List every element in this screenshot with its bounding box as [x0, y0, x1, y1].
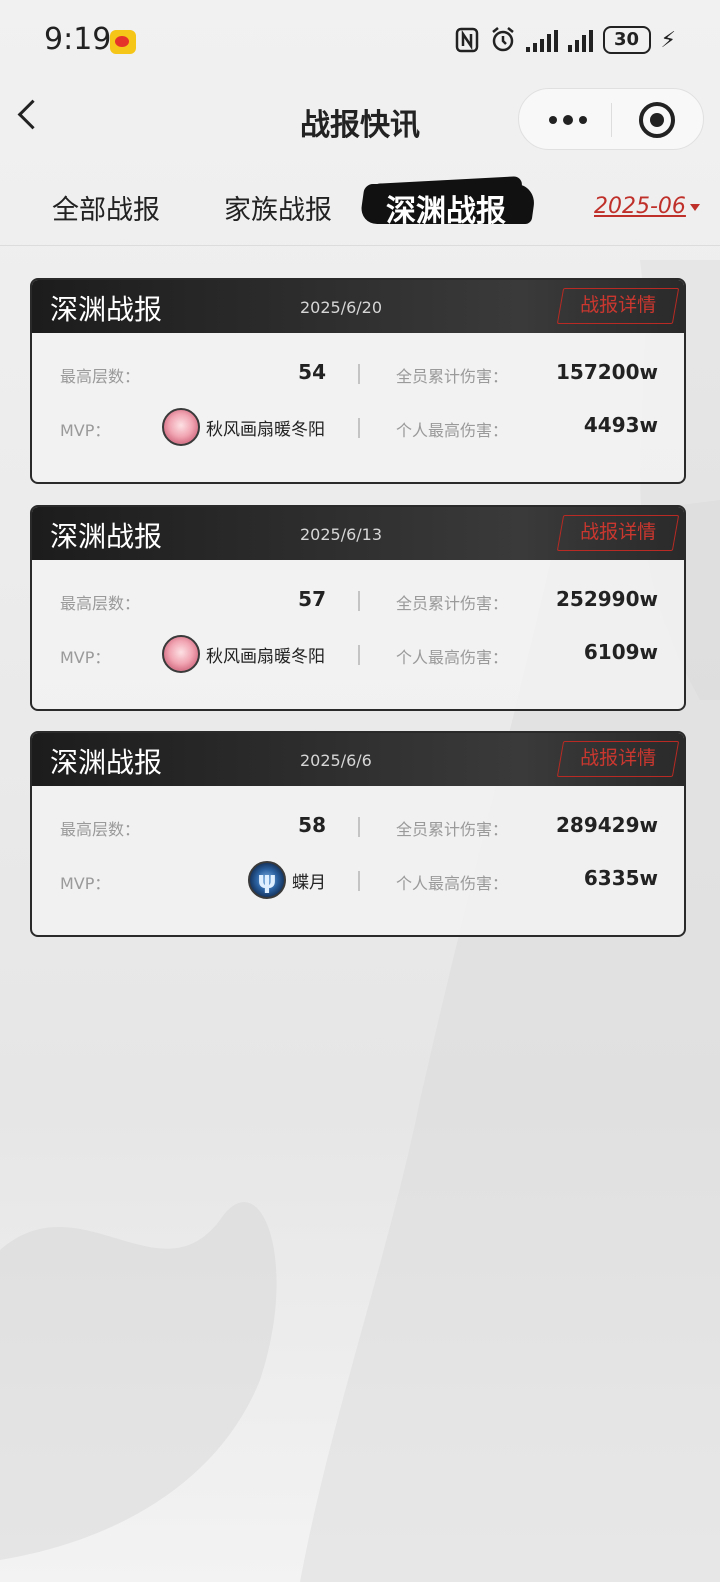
signal-strength-icon-2 [567, 28, 593, 52]
mvp-avatar [162, 408, 200, 446]
personal-max-damage-value: 6109w [583, 640, 658, 664]
status-bar: 9:19 30 ⚡ [0, 0, 720, 84]
max-floor-label: 最高层数： [60, 367, 141, 386]
divider [358, 364, 360, 384]
max-floor-value: 57 [298, 587, 326, 611]
total-damage-value: 157200w [556, 360, 658, 384]
close-miniprogram-icon[interactable] [639, 102, 675, 138]
report-title: 深渊战报 [50, 293, 163, 326]
personal-max-damage-value: 6335w [583, 866, 658, 890]
report-detail-button[interactable]: 战报详情 [556, 741, 680, 777]
tab-abyss-reports[interactable]: 深渊战报 [359, 176, 537, 230]
more-options-button[interactable] [543, 99, 593, 141]
max-floor-label: 最高层数： [60, 820, 141, 839]
signal-strength-icon [525, 28, 558, 52]
report-card: 深渊战报 2025/6/6 战报详情 最高层数： 58 全员累计伤害： 2894… [30, 731, 686, 937]
divider [358, 871, 360, 891]
mvp-label: MVP： [60, 421, 111, 440]
mvp-label: MVP： [60, 874, 111, 893]
divider [358, 817, 360, 837]
personal-max-damage-label: 个人最高伤害： [396, 421, 509, 440]
report-title: 深渊战报 [50, 520, 163, 553]
nfc-icon [455, 27, 478, 53]
report-date: 2025/6/20 [300, 298, 383, 317]
battery-level: 30 [602, 26, 651, 54]
report-date: 2025/6/13 [300, 525, 383, 544]
mvp-name: 秋风画扇暖冬阳 [206, 647, 325, 667]
report-card: 深渊战报 2025/6/13 战报详情 最高层数： 57 全员累计伤害： 252… [30, 505, 686, 711]
status-time: 9:19 [44, 22, 112, 57]
max-floor-label: 最高层数： [60, 594, 141, 613]
personal-max-damage-label: 个人最高伤害： [396, 648, 509, 667]
mvp-name: 蝶月 [292, 873, 326, 893]
report-card-header: 深渊战报 2025/6/13 战报详情 [32, 507, 684, 560]
tab-family-reports[interactable]: 家族战报 [224, 188, 332, 227]
report-card-header: 深渊战报 2025/6/6 战报详情 [32, 733, 684, 786]
alarm-icon [491, 27, 514, 52]
report-date: 2025/6/6 [300, 751, 372, 770]
caret-down-icon[interactable] [690, 204, 700, 211]
divider [358, 591, 360, 611]
report-title: 深渊战报 [50, 746, 163, 779]
total-damage-label: 全员累计伤害： [396, 367, 509, 386]
report-card: 深渊战报 2025/6/20 战报详情 最高层数： 54 全员累计伤害： 157… [30, 278, 686, 484]
divider [358, 418, 360, 438]
max-floor-value: 58 [298, 813, 326, 837]
status-icons: 30 ⚡ [454, 26, 676, 54]
max-floor-value: 54 [298, 360, 326, 384]
report-tabs: 全部战报 家族战报 深渊战报 2025-06 [0, 176, 720, 246]
mvp-avatar [162, 635, 200, 673]
mvp-avatar [248, 861, 286, 899]
miniprogram-capsule [518, 88, 704, 150]
capsule-divider [611, 103, 612, 137]
tab-all-reports[interactable]: 全部战报 [52, 188, 160, 227]
total-damage-label: 全员累计伤害： [396, 594, 509, 613]
tab-abyss-label: 深渊战报 [386, 194, 506, 229]
report-detail-button[interactable]: 战报详情 [556, 288, 680, 324]
mvp-name: 秋风画扇暖冬阳 [206, 420, 325, 440]
personal-max-damage-label: 个人最高伤害： [396, 874, 509, 893]
total-damage-value: 252990w [556, 587, 658, 611]
charging-icon: ⚡ [660, 27, 676, 53]
personal-max-damage-value: 4493w [583, 413, 658, 437]
mvp-label: MVP： [60, 648, 111, 667]
divider [358, 645, 360, 665]
report-detail-button[interactable]: 战报详情 [556, 515, 680, 551]
weibo-notification-icon [110, 30, 136, 54]
month-filter[interactable]: 2025-06 [594, 194, 686, 219]
total-damage-label: 全员累计伤害： [396, 820, 509, 839]
total-damage-value: 289429w [556, 813, 658, 837]
report-card-header: 深渊战报 2025/6/20 战报详情 [32, 280, 684, 333]
